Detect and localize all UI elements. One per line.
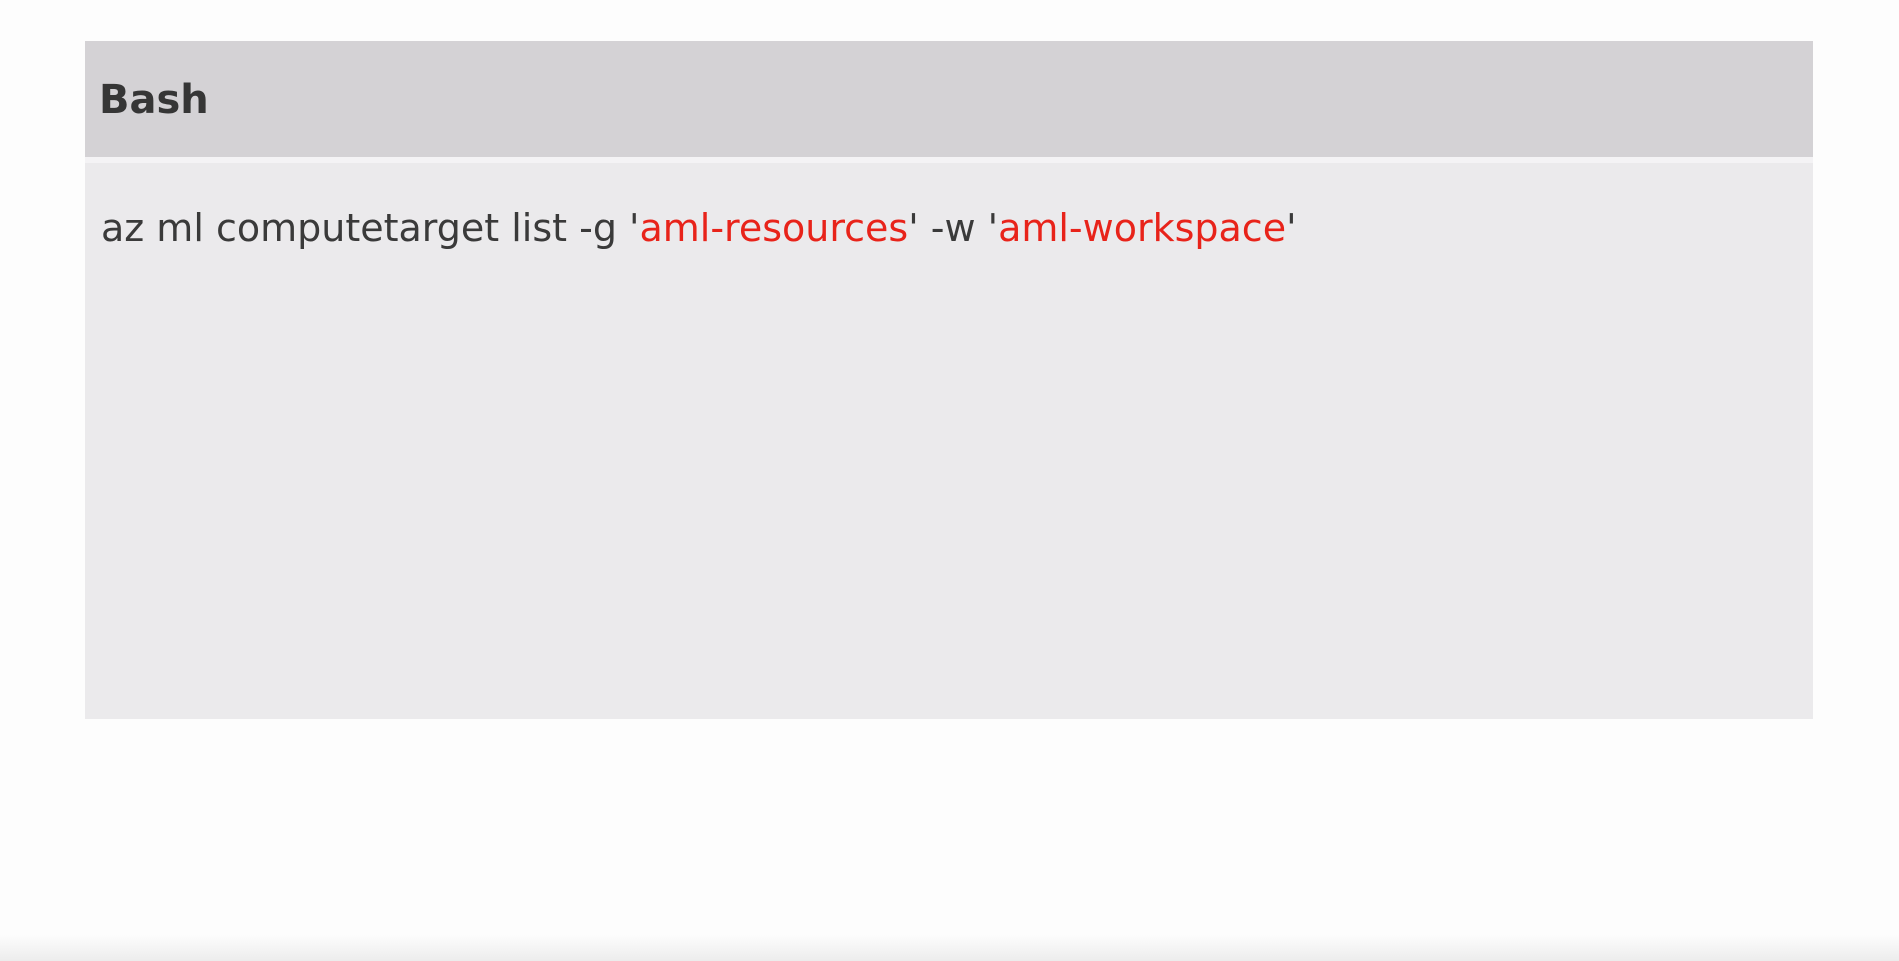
code-block: Bash az ml computetarget list -g 'aml-re… [85, 41, 1813, 719]
bottom-edge-shadow [0, 935, 1899, 961]
code-text-segment: az ml computetarget list -g ' [101, 206, 640, 250]
code-line[interactable]: az ml computetarget list -g 'aml-resourc… [101, 206, 1297, 250]
code-text-segment: ' [1286, 206, 1297, 250]
code-block-header: Bash [85, 41, 1813, 163]
code-block-body[interactable]: az ml computetarget list -g 'aml-resourc… [85, 163, 1813, 719]
resource-group-argument: aml-resources [639, 206, 909, 250]
code-text-segment: ' -w ' [908, 206, 999, 250]
code-language-label: Bash [99, 77, 209, 123]
workspace-argument: aml-workspace [998, 206, 1287, 250]
